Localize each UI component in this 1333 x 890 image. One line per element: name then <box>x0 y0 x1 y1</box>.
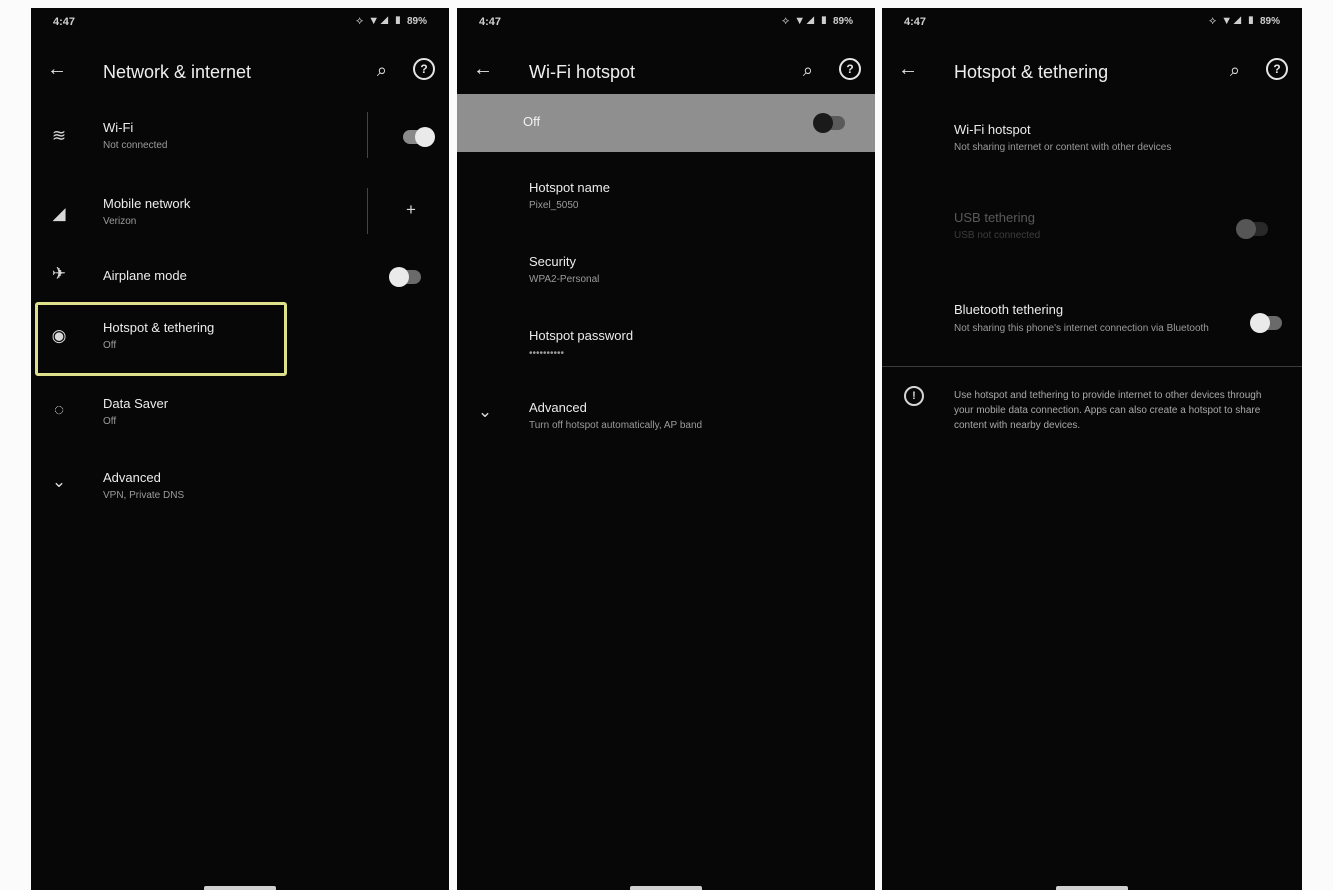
status-bar: 4:47 ⟡ ▼◢ ▮ 89% <box>457 8 875 36</box>
list-item-usb-tethering[interactable]: USB tethering USB not connected <box>882 202 1302 262</box>
status-time: 4:47 <box>53 16 76 28</box>
list-item-label: Wi-Fi hotspot <box>954 122 1031 137</box>
signal-wifi-icons: ⟡ ▼◢ ▮ <box>1208 15 1256 27</box>
search-icon[interactable]: ⌕ <box>803 60 813 81</box>
list-item-mobile-network[interactable]: ◢ Mobile network Verizon + <box>31 188 449 244</box>
back-arrow-icon[interactable]: ← <box>47 58 67 81</box>
usb-tethering-toggle[interactable] <box>1236 219 1268 239</box>
help-icon[interactable]: ? <box>413 58 435 80</box>
cell-signal-icon: ◢ <box>52 204 66 223</box>
nav-handle[interactable] <box>1056 886 1128 890</box>
list-item-sub: Pixel_5050 <box>529 200 579 211</box>
list-item-label: Security <box>529 254 576 269</box>
signal-wifi-icons: ⟡ ▼◢ ▮ <box>355 15 403 27</box>
wifi-toggle[interactable] <box>403 127 435 147</box>
list-item-label: Bluetooth tethering <box>954 302 1064 317</box>
list-item-airplane-mode[interactable]: ✈ Airplane mode <box>31 260 449 304</box>
airplane-icon: ✈ <box>51 264 67 283</box>
back-arrow-icon[interactable]: ← <box>898 58 918 81</box>
list-item-sub: Verizon <box>103 216 137 227</box>
help-icon[interactable]: ? <box>839 58 861 80</box>
list-item-label: Wi-Fi <box>103 120 134 135</box>
status-time: 4:47 <box>479 16 502 28</box>
list-item-sub: USB not connected <box>954 230 1041 241</box>
list-item-label: Hotspot password <box>529 328 634 343</box>
bluetooth-tethering-toggle[interactable] <box>1250 313 1282 333</box>
list-item-sub: WPA2-Personal <box>529 274 600 285</box>
hotspot-tethering-screen: 4:47 ⟡ ▼◢ ▮ 89% ← Hotspot & tethering ⌕ … <box>882 8 1302 890</box>
chevron-down-icon: ⌄ <box>477 402 493 421</box>
list-item-sub: Not sharing internet or content with oth… <box>954 142 1172 153</box>
list-item-label: Airplane mode <box>103 268 187 283</box>
page-title: Hotspot & tethering <box>954 62 1109 82</box>
hotspot-toggle[interactable] <box>813 113 845 133</box>
list-item-sub: Not connected <box>103 140 168 151</box>
list-item-label: Hotspot name <box>529 180 610 195</box>
list-item-sub: •••••••••• <box>529 348 565 359</box>
info-text: Use hotspot and tethering to provide int… <box>954 390 1262 431</box>
signal-wifi-icons: ⟡ ▼◢ ▮ <box>781 15 829 27</box>
list-item-advanced[interactable]: ⌄ Advanced VPN, Private DNS <box>31 462 449 518</box>
search-icon[interactable]: ⌕ <box>1230 60 1240 81</box>
battery-level: 89% <box>832 16 853 27</box>
list-item-sub: Not sharing this phone's internet connec… <box>954 323 1209 334</box>
list-item-sub: Turn off hotspot automatically, AP band <box>529 420 703 431</box>
list-item-hotspot-password[interactable]: Hotspot password •••••••••• <box>457 320 875 376</box>
chevron-down-icon: ⌄ <box>51 472 67 491</box>
switch-label: Off <box>523 114 541 129</box>
list-item-label: Hotspot & tethering <box>103 320 215 335</box>
back-arrow-icon[interactable]: ← <box>473 58 493 81</box>
list-item-label: Advanced <box>103 470 161 485</box>
page-title: Wi-Fi hotspot <box>529 62 636 82</box>
airplane-toggle[interactable] <box>389 267 421 287</box>
list-item-advanced[interactable]: ⌄ Advanced Turn off hotspot automaticall… <box>457 392 875 448</box>
divider <box>367 188 368 234</box>
page-title: Network & internet <box>103 62 252 82</box>
list-item-label: Advanced <box>529 400 587 415</box>
status-time: 4:47 <box>904 16 927 28</box>
hotspot-master-switch[interactable]: Off <box>457 94 875 152</box>
nav-handle[interactable] <box>630 886 702 890</box>
battery-level: 89% <box>406 16 427 27</box>
help-icon[interactable]: ? <box>1266 58 1288 80</box>
hotspot-icon: ◉ <box>51 326 67 345</box>
wifi-hotspot-screen: 4:47 ⟡ ▼◢ ▮ 89% ← Wi-Fi hotspot ⌕ ? Off … <box>457 8 875 890</box>
list-item-bluetooth-tethering[interactable]: Bluetooth tethering Not sharing this pho… <box>882 294 1302 358</box>
status-bar: 4:47 ⟡ ▼◢ ▮ 89% <box>882 8 1302 36</box>
list-item-wifi[interactable]: ≋ Wi-Fi Not connected <box>31 112 449 168</box>
list-item-sub: Off <box>103 416 117 427</box>
list-item-security[interactable]: Security WPA2-Personal <box>457 246 875 302</box>
app-bar: ← Hotspot & tethering ⌕ ? <box>882 48 1302 96</box>
list-item-sub: Off <box>103 340 117 351</box>
divider <box>367 112 368 158</box>
search-icon[interactable]: ⌕ <box>377 60 387 81</box>
list-item-sub: VPN, Private DNS <box>103 490 185 501</box>
list-item-label: USB tethering <box>954 210 1035 225</box>
app-bar: ← Network & internet ⌕ ? <box>31 48 449 96</box>
list-item-data-saver[interactable]: ◌ Data Saver Off <box>31 388 449 444</box>
network-internet-screen: 4:47 ⟡ ▼◢ ▮ 89% ← Network & internet ⌕ ?… <box>31 8 449 890</box>
list-item-hotspot-tethering[interactable]: ◉ Hotspot & tethering Off <box>31 312 449 368</box>
wifi-icon: ≋ <box>51 126 67 145</box>
list-item-label: Data Saver <box>103 396 169 411</box>
divider <box>882 366 1302 367</box>
list-item-label: Mobile network <box>103 196 191 211</box>
add-icon[interactable]: + <box>399 200 423 220</box>
data-saver-icon: ◌ <box>53 400 65 419</box>
info-icon: ! <box>904 386 924 406</box>
list-item-wifi-hotspot[interactable]: Wi-Fi hotspot Not sharing internet or co… <box>882 114 1302 170</box>
battery-level: 89% <box>1259 16 1280 27</box>
app-bar: ← Wi-Fi hotspot ⌕ ? <box>457 48 875 96</box>
status-bar: 4:47 ⟡ ▼◢ ▮ 89% <box>31 8 449 36</box>
list-item-hotspot-name[interactable]: Hotspot name Pixel_5050 <box>457 172 875 228</box>
nav-handle[interactable] <box>204 886 276 890</box>
